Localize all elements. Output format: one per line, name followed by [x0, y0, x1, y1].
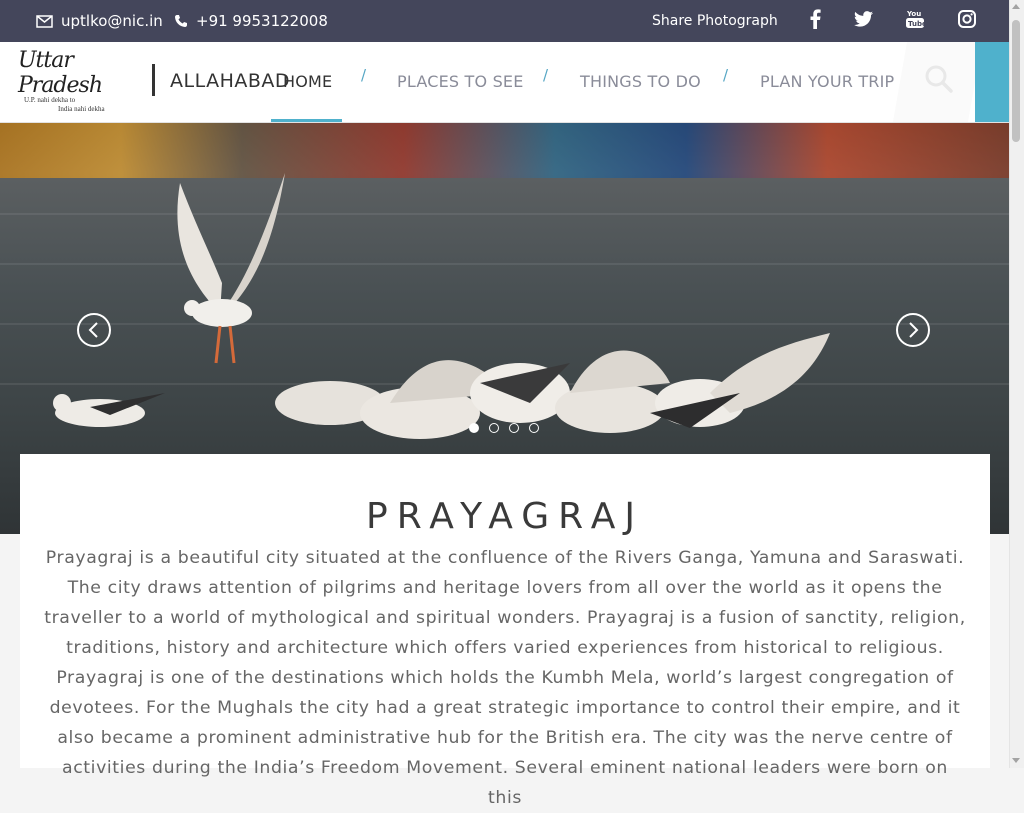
nav-separator: /: [723, 66, 729, 84]
share-photograph-label: Share Photograph: [652, 13, 778, 29]
nav-separator: /: [543, 66, 549, 84]
city-divider: [152, 64, 155, 96]
phone-link[interactable]: +91 9953122008: [174, 0, 328, 42]
share-photograph-link[interactable]: Share Photograph: [652, 0, 778, 42]
nav-plan-your-trip[interactable]: PLAN YOUR TRIP: [760, 72, 894, 91]
facebook-icon[interactable]: [803, 8, 827, 30]
email-text: uptlko@nic.in: [61, 12, 163, 30]
top-bar: uptlko@nic.in +91 9953122008 Share Photo…: [0, 0, 1009, 42]
uttar-pradesh-logo[interactable]: Uttar Pradesh U.P. nahi dekha to India n…: [18, 48, 128, 114]
svg-text:You: You: [906, 10, 921, 18]
scroll-down-arrow[interactable]: [1012, 758, 1020, 763]
nav-things-to-do[interactable]: THINGS TO DO: [580, 72, 701, 91]
gull-flock-image: [275, 333, 830, 439]
svg-text:Tube: Tube: [908, 20, 924, 28]
scrollbar-thumb[interactable]: [1012, 20, 1020, 142]
scroll-up-arrow[interactable]: [1012, 4, 1020, 9]
slider-dot[interactable]: [509, 423, 519, 433]
main-header: Uttar Pradesh U.P. nahi dekha to India n…: [0, 42, 1009, 123]
phone-icon: [175, 15, 187, 27]
nav-home[interactable]: HOME: [283, 72, 332, 91]
page-title: PRAYAGRAJ: [366, 496, 644, 538]
intro-card: PRAYAGRAJ Prayagraj is a beautiful city …: [20, 454, 990, 808]
intro-paragraph: Prayagraj is a beautiful city situated a…: [44, 548, 966, 809]
logo-tagline: India nahi dekha: [58, 105, 105, 113]
logo-tagline: U.P. nahi dekha to: [24, 96, 76, 104]
search-icon[interactable]: [924, 64, 954, 98]
slider-dot[interactable]: [529, 423, 539, 433]
twitter-icon[interactable]: [851, 8, 875, 30]
chevron-left-icon: [88, 322, 98, 338]
chevron-right-icon: [909, 322, 919, 338]
slider-next-button[interactable]: [896, 313, 930, 347]
active-nav-indicator: [271, 119, 342, 122]
nav-places-to-see[interactable]: PLACES TO SEE: [397, 72, 524, 91]
slider-prev-button[interactable]: [77, 313, 111, 347]
youtube-icon[interactable]: You Tube: [903, 8, 927, 30]
phone-text: +91 9953122008: [196, 12, 328, 30]
gull-image: [53, 393, 165, 427]
instagram-icon[interactable]: [955, 8, 979, 30]
slider-dot[interactable]: [469, 423, 479, 433]
logo-script: Uttar Pradesh: [18, 48, 103, 98]
slider-pagination: [469, 423, 539, 433]
nav-separator: /: [361, 66, 367, 84]
search-accent-bar[interactable]: [975, 42, 1009, 122]
email-link[interactable]: uptlko@nic.in: [36, 0, 163, 42]
gull-image: [177, 173, 285, 364]
city-name: ALLAHABAD: [170, 70, 291, 92]
envelope-icon: [36, 14, 53, 28]
slider-dot[interactable]: [489, 423, 499, 433]
